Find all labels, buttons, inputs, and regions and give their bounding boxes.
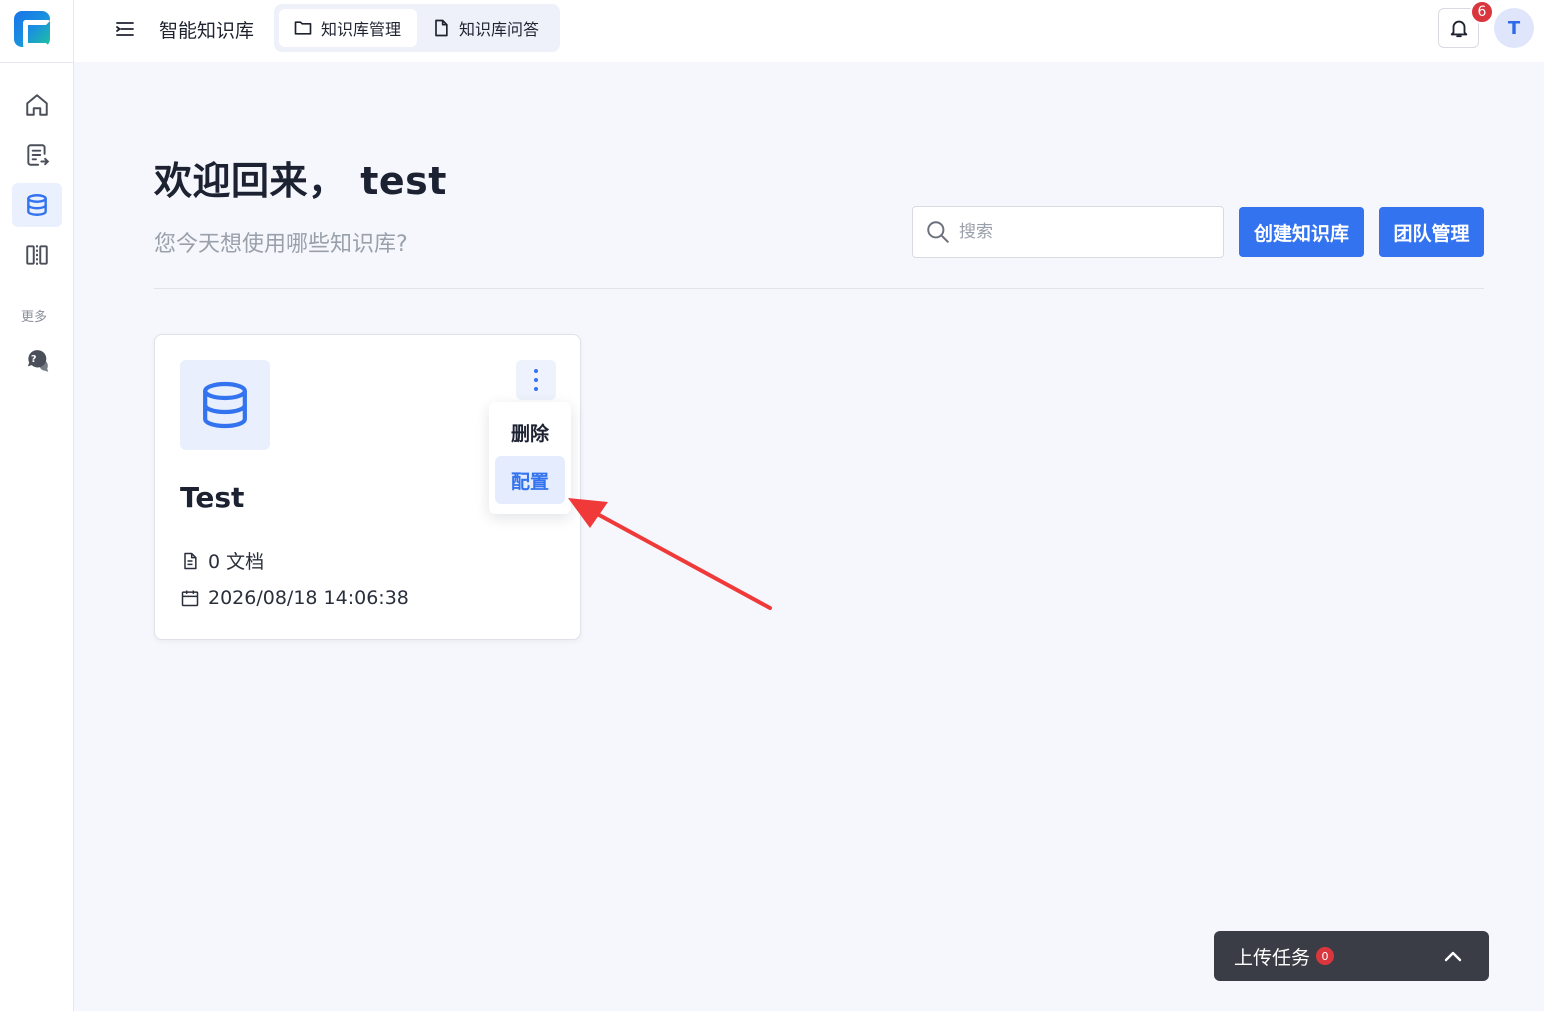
card-icon-box — [180, 360, 270, 450]
sidebar-divider — [0, 62, 74, 63]
sidebar-item-help[interactable]: ? — [12, 339, 62, 383]
create-knowledge-base-button[interactable]: 创建知识库 — [1239, 207, 1364, 257]
app-title: 智能知识库 — [159, 20, 255, 42]
columns-icon — [26, 245, 48, 265]
user-avatar[interactable]: T — [1494, 8, 1534, 48]
svg-text:?: ? — [31, 354, 37, 365]
search-input[interactable] — [959, 222, 1209, 242]
app-logo[interactable] — [14, 11, 51, 48]
more-vertical-icon — [534, 369, 538, 391]
document-export-icon — [27, 144, 50, 166]
card-actions-menu: 删除 配置 — [489, 402, 571, 514]
created-date-text: 2026/08/18 14:06:38 — [208, 587, 409, 609]
upload-task-label: 上传任务 — [1234, 946, 1311, 969]
card-more-button[interactable] — [516, 360, 556, 400]
welcome-subtitle: 您今天想使用哪些知识库? — [154, 232, 408, 257]
menu-item-configure[interactable]: 配置 — [495, 456, 565, 504]
file-icon — [435, 19, 448, 37]
document-count-text: 0 文档 — [208, 551, 265, 573]
calendar-icon — [181, 590, 199, 607]
expand-upload-button[interactable] — [1441, 944, 1465, 968]
sidebar-item-documents[interactable] — [12, 133, 62, 177]
top-header: 智能知识库 知识库管理 知识库问答 6 T — [74, 0, 1544, 62]
upload-count-badge: 0 — [1316, 947, 1335, 965]
team-management-button[interactable]: 团队管理 — [1379, 207, 1484, 257]
card-created-date: 2026/08/18 14:06:38 — [180, 587, 409, 609]
menu-icon — [116, 22, 134, 36]
sidebar-item-home[interactable] — [12, 83, 62, 127]
search-icon — [927, 221, 949, 243]
welcome-heading: 欢迎回来， test — [154, 159, 447, 203]
home-icon — [26, 94, 48, 116]
database-icon — [27, 194, 47, 216]
folder-icon — [294, 21, 312, 35]
bell-icon — [1450, 20, 1467, 38]
search-box[interactable] — [912, 206, 1224, 258]
upload-task-panel[interactable]: 上传任务 0 — [1214, 931, 1489, 981]
content-divider — [154, 288, 1484, 289]
chat-question-icon: ? — [27, 350, 49, 372]
database-icon — [203, 381, 247, 429]
notification-count-badge: 6 — [1470, 0, 1494, 24]
menu-item-delete[interactable]: 删除 — [495, 408, 565, 456]
sidebar-item-compare[interactable] — [12, 233, 62, 277]
card-document-count: 0 文档 — [180, 547, 264, 574]
tab-label: 知识库管理 — [321, 20, 402, 39]
tab-knowledge-management[interactable]: 知识库管理 — [279, 9, 418, 47]
tab-knowledge-qa[interactable]: 知识库问答 — [417, 9, 555, 47]
sidebar-more-label: 更多 — [20, 310, 47, 325]
header-tabs: 知识库管理 知识库问答 — [274, 4, 561, 52]
sidebar-item-knowledge-base[interactable] — [12, 183, 62, 227]
document-icon — [184, 552, 197, 569]
annotation-arrow — [568, 498, 772, 610]
tab-label: 知识库问答 — [459, 20, 540, 39]
card-title: Test — [180, 481, 245, 514]
sidebar: 更多 ? — [0, 0, 74, 1011]
chevron-up-icon — [1444, 951, 1462, 962]
menu-toggle-button[interactable] — [112, 16, 138, 42]
